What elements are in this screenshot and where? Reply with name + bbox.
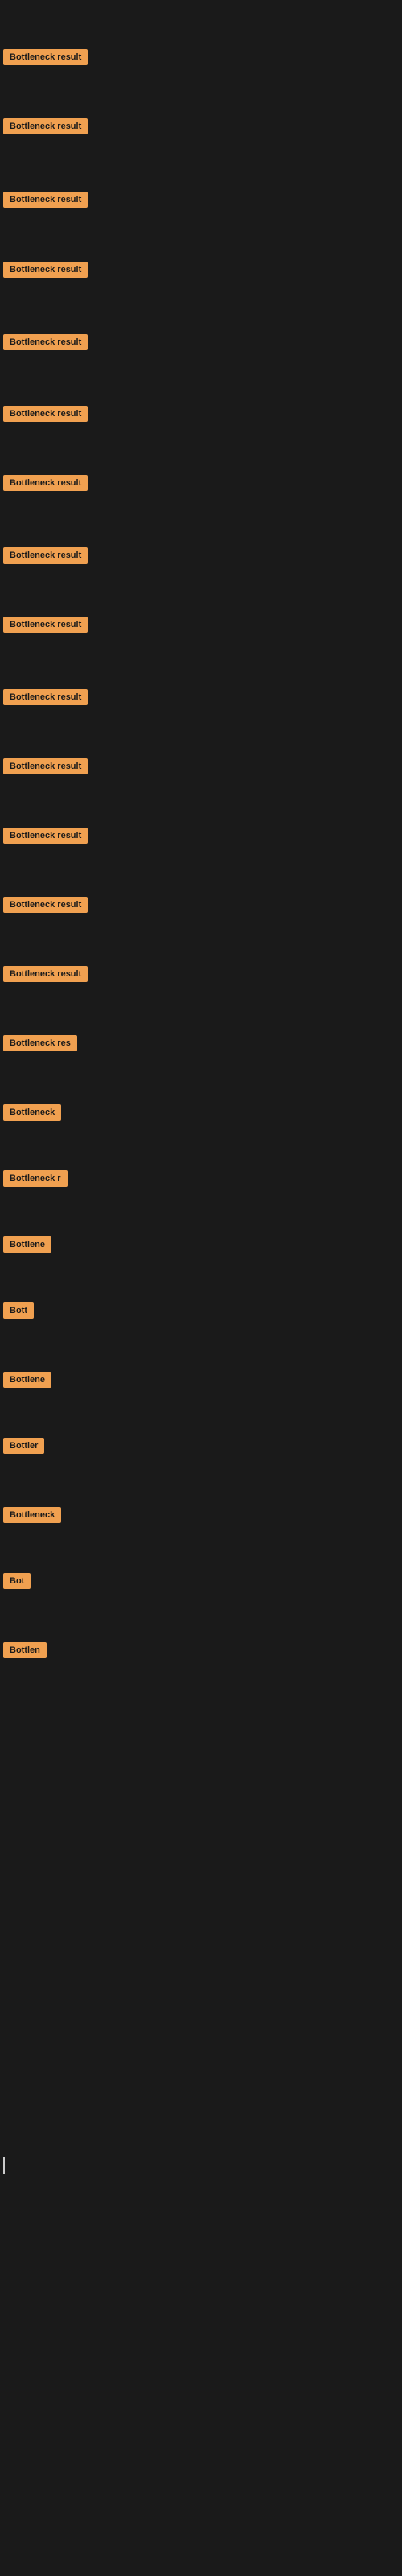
bottleneck-badge[interactable]: Bottleneck [3, 1104, 61, 1121]
bottleneck-badge[interactable]: Bot [3, 1573, 31, 1589]
site-title [0, 0, 402, 10]
bottleneck-badge[interactable]: Bottleneck result [3, 118, 88, 134]
list-item: Bottleneck [0, 1101, 64, 1128]
list-item: Bottleneck result [0, 258, 91, 285]
list-item: Bottleneck result [0, 115, 91, 142]
list-item: Bottler [0, 1435, 47, 1461]
list-item: Bottleneck res [0, 1032, 80, 1059]
bottleneck-badge[interactable]: Bott [3, 1302, 34, 1319]
list-item: Bottleneck result [0, 613, 91, 640]
list-item: Bottlen [0, 1639, 50, 1666]
list-item: Bottleneck result [0, 544, 91, 571]
bottleneck-badge[interactable]: Bottleneck result [3, 547, 88, 564]
bottleneck-badge[interactable]: Bottlen [3, 1642, 47, 1658]
bottleneck-badge[interactable]: Bottleneck result [3, 828, 88, 844]
bottleneck-badge[interactable]: Bottleneck r [3, 1170, 68, 1187]
bottleneck-badge[interactable]: Bottleneck [3, 1507, 61, 1523]
list-item: Bottleneck result [0, 472, 91, 498]
bottleneck-badge[interactable]: Bottleneck result [3, 49, 88, 65]
bottleneck-badge[interactable]: Bottleneck result [3, 758, 88, 774]
bottleneck-badge[interactable]: Bottlene [3, 1372, 51, 1388]
cursor-indicator [3, 2157, 5, 2174]
list-item: Bottleneck result [0, 46, 91, 72]
bottleneck-badge[interactable]: Bottleneck result [3, 897, 88, 913]
list-item: Bottleneck result [0, 686, 91, 712]
bottleneck-badge[interactable]: Bottler [3, 1438, 44, 1454]
list-item: Bottleneck result [0, 755, 91, 782]
list-item: Bot [0, 1570, 34, 1596]
list-item: Bottleneck result [0, 402, 91, 429]
list-item: Bott [0, 1299, 37, 1326]
bottleneck-badge[interactable]: Bottleneck result [3, 475, 88, 491]
bottleneck-badge[interactable]: Bottleneck result [3, 689, 88, 705]
bottleneck-badge[interactable]: Bottleneck result [3, 966, 88, 982]
bottleneck-badge[interactable]: Bottlene [3, 1236, 51, 1253]
bottleneck-badge[interactable]: Bottleneck result [3, 617, 88, 633]
list-item: Bottlene [0, 1233, 55, 1260]
list-item: Bottleneck result [0, 188, 91, 215]
bottleneck-badge[interactable]: Bottleneck result [3, 192, 88, 208]
list-item: Bottleneck r [0, 1167, 71, 1194]
bottleneck-badge[interactable]: Bottleneck result [3, 262, 88, 278]
list-item: Bottlene [0, 1368, 55, 1395]
list-item: Bottleneck result [0, 894, 91, 920]
list-item: Bottleneck [0, 1504, 64, 1530]
page-wrapper: Bottleneck result Bottleneck result Bottle… [0, 0, 402, 2576]
list-item: Bottleneck result [0, 963, 91, 989]
bottleneck-badge[interactable]: Bottleneck result [3, 334, 88, 350]
bottleneck-badge[interactable]: Bottleneck result [3, 406, 88, 422]
list-item: Bottleneck result [0, 331, 91, 357]
list-item: Bottleneck result [0, 824, 91, 851]
bottleneck-badge[interactable]: Bottleneck res [3, 1035, 77, 1051]
